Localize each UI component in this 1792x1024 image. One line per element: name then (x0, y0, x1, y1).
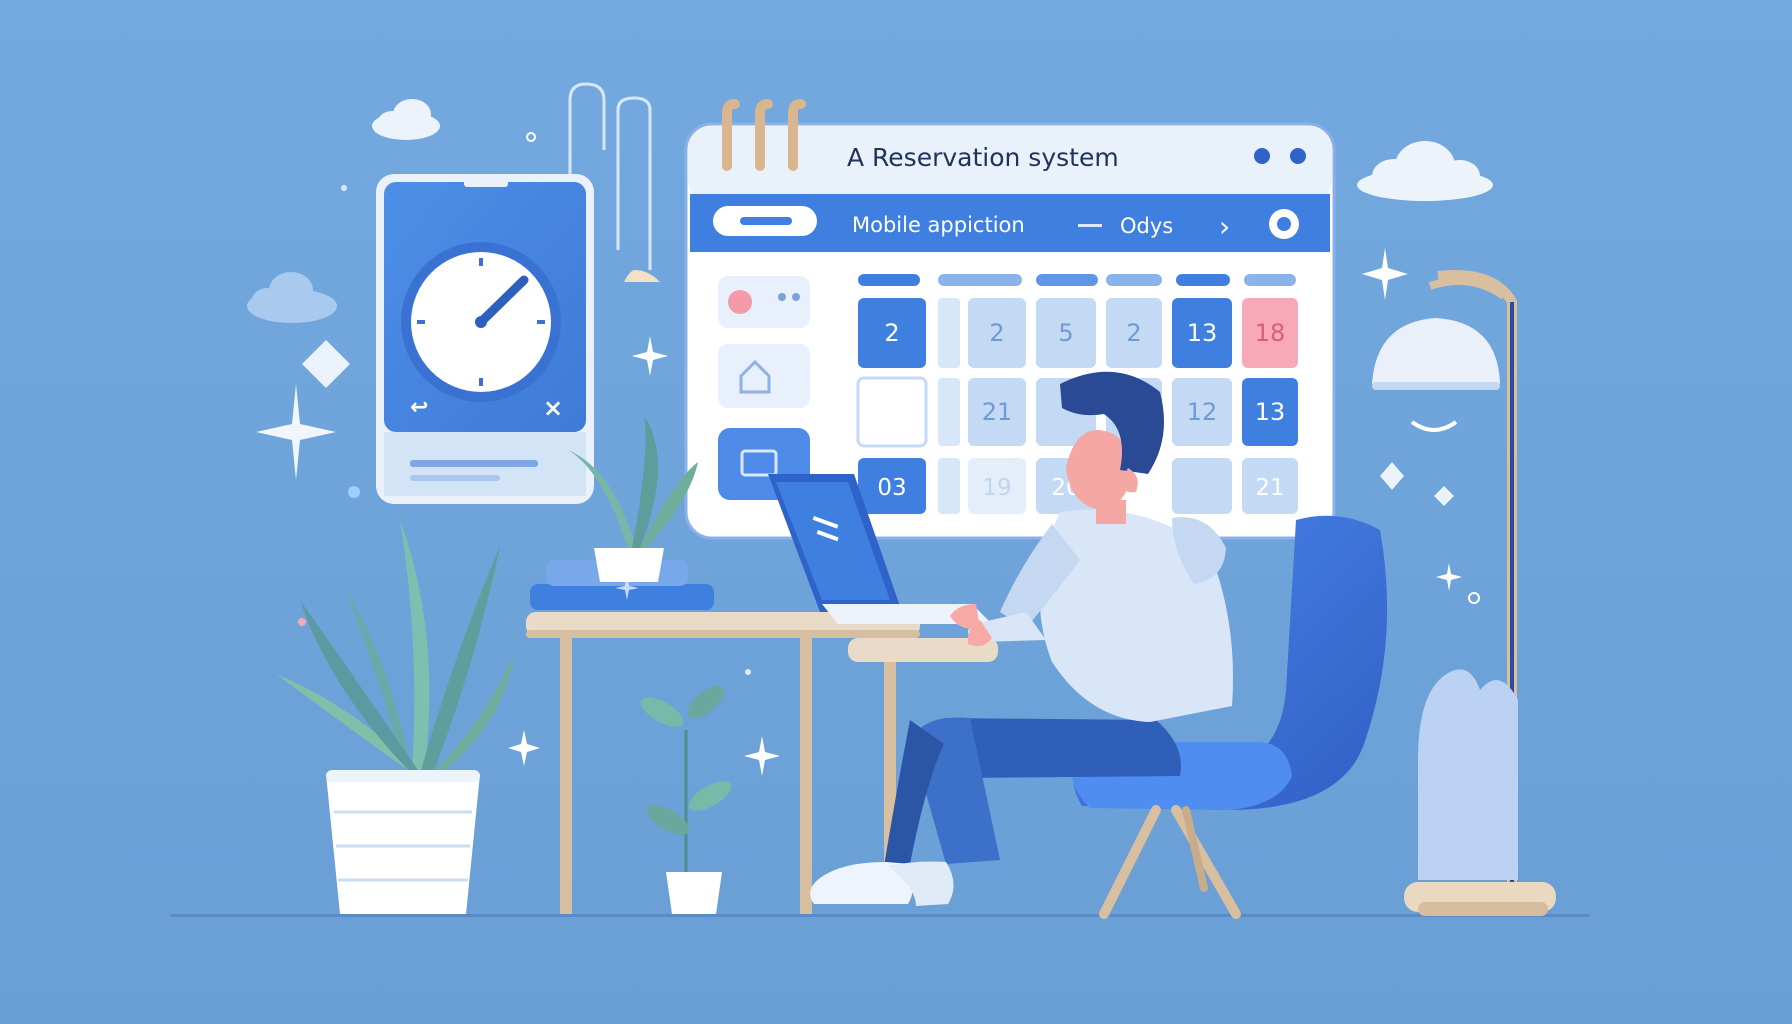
phone-mockup: ↩ × (376, 174, 594, 504)
calendar-cell[interactable] (856, 376, 928, 448)
calendar-cell-label: 2 (989, 319, 1004, 347)
calendar-cell-label: 18 (1255, 319, 1286, 347)
nav-label: Mobile appiction (852, 213, 1025, 237)
calendar-cell-label: 21 (1255, 475, 1284, 501)
back-icon[interactable]: ↩ (410, 395, 428, 420)
progress-bar (410, 460, 538, 467)
floor-line (170, 914, 1590, 917)
calendar-cell-label: 13 (1187, 319, 1218, 347)
calendar-cell-label: 03 (877, 475, 906, 501)
window-control-icon[interactable] (1290, 148, 1306, 164)
next-arrow-icon[interactable]: › (1219, 210, 1230, 243)
calendar-cell-label: 2 (1126, 319, 1141, 347)
sidebar-item-home[interactable] (718, 344, 810, 408)
reservation-window: A Reservation system Mobile appiction Od… (684, 99, 1336, 540)
calendar-cell-label: 21 (982, 398, 1013, 426)
clock-icon (401, 242, 561, 402)
calendar-cell-label: 13 (1255, 398, 1286, 426)
window-control-icon[interactable] (1254, 148, 1270, 164)
calendar-cell-label: 19 (982, 475, 1011, 501)
calendar-cell-label: 5 (1058, 319, 1073, 347)
close-icon[interactable]: × (543, 394, 563, 422)
calendar-cell[interactable] (1172, 458, 1232, 514)
days-label: Odys (1120, 214, 1173, 238)
calendar-cell-label: 2 (884, 319, 899, 347)
window-title: A Reservation system (847, 143, 1119, 172)
reservation-illustration: ↩ × A Reservation system Mobile appictio… (0, 0, 1792, 1024)
calendar-cell-label: 12 (1187, 398, 1218, 426)
